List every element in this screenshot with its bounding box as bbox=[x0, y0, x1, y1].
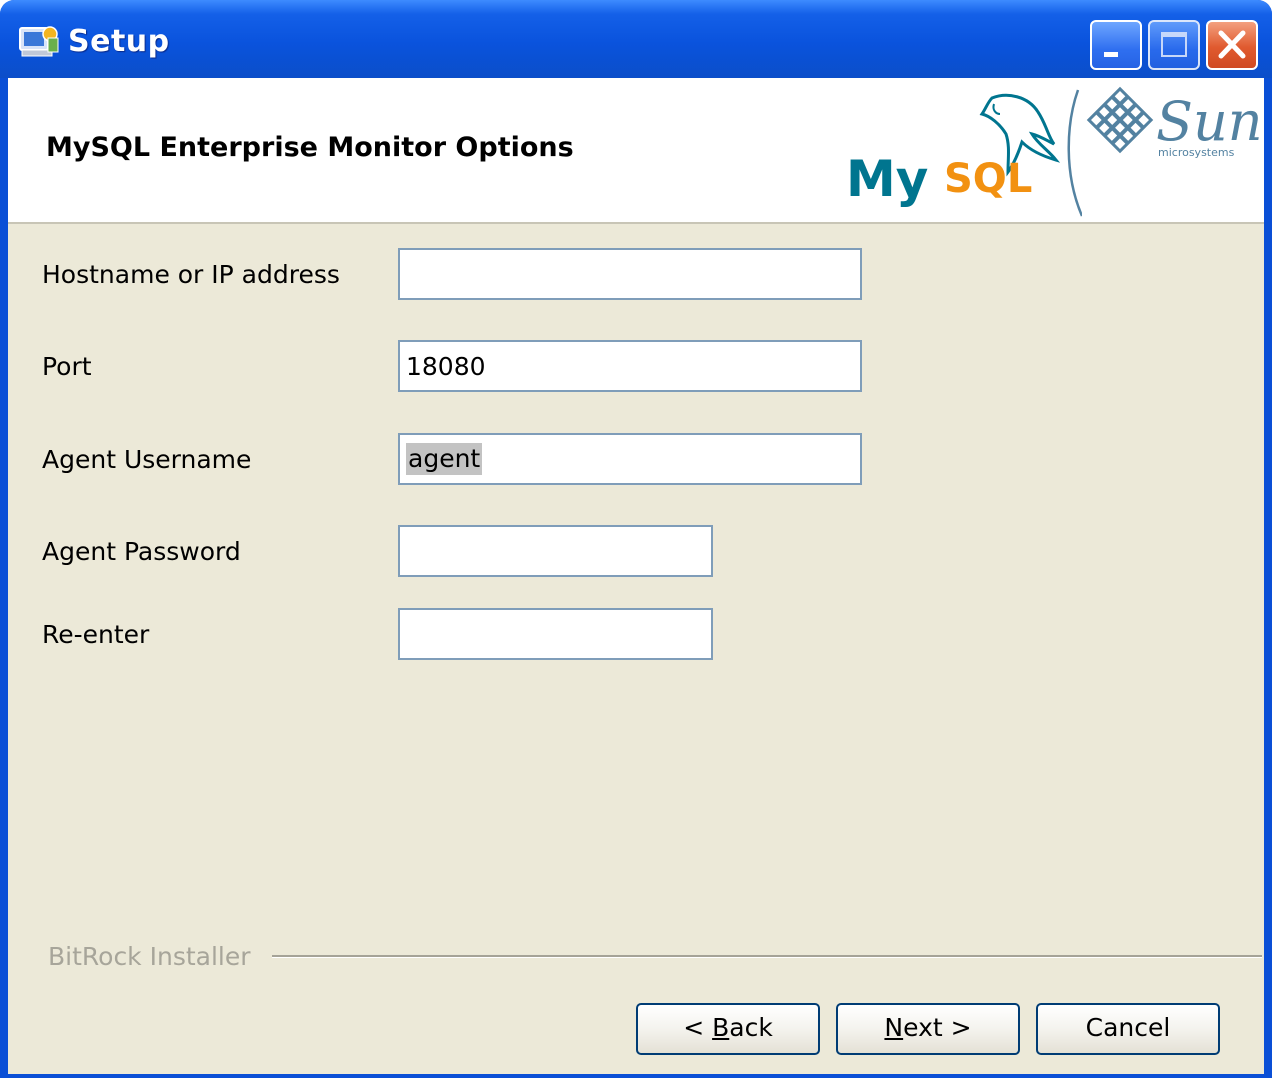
maximize-icon bbox=[1161, 32, 1187, 57]
minimize-icon bbox=[1104, 52, 1118, 57]
agent-password-label: Agent Password bbox=[42, 537, 241, 566]
bitrock-installer-brand: BitRock Installer bbox=[48, 942, 251, 971]
port-label: Port bbox=[42, 352, 92, 381]
reenter-password-input[interactable] bbox=[398, 608, 713, 660]
agent-username-label: Agent Username bbox=[42, 445, 252, 474]
back-button-rest: ack bbox=[729, 1013, 773, 1042]
close-button[interactable] bbox=[1206, 20, 1258, 70]
sun-microsystems-logo-icon: Sun microsystems bbox=[1086, 86, 1262, 159]
mysql-logo-text-sql: SQL bbox=[944, 156, 1032, 202]
next-button-rest: ext > bbox=[903, 1013, 972, 1042]
title-bar[interactable]: Setup bbox=[0, 0, 1272, 78]
minimize-button[interactable] bbox=[1090, 20, 1142, 70]
back-button-prefix: < bbox=[683, 1013, 713, 1042]
cancel-button[interactable]: Cancel bbox=[1036, 1003, 1220, 1055]
back-button[interactable]: < Back bbox=[636, 1003, 820, 1055]
hostname-label: Hostname or IP address bbox=[42, 260, 340, 289]
setup-app-icon bbox=[19, 26, 59, 57]
page-title: MySQL Enterprise Monitor Options bbox=[46, 132, 574, 163]
hostname-input[interactable] bbox=[398, 248, 862, 300]
dialog-client-area: MySQL Enterprise Monitor Options My SQL bbox=[8, 78, 1264, 1074]
mysql-logo-icon: My SQL bbox=[846, 89, 1082, 217]
port-input[interactable] bbox=[398, 340, 862, 392]
mysql-logo-text-my: My bbox=[846, 150, 928, 208]
agent-password-input[interactable] bbox=[398, 525, 713, 577]
wizard-header: MySQL Enterprise Monitor Options My SQL bbox=[8, 78, 1264, 224]
setup-window: Setup MySQL Enterprise Monitor Options M… bbox=[0, 0, 1272, 1078]
sun-logo-subtext: microsystems bbox=[1158, 146, 1235, 159]
back-button-mnemonic: B bbox=[712, 1013, 730, 1042]
maximize-button[interactable] bbox=[1148, 20, 1200, 70]
close-icon bbox=[1218, 30, 1246, 59]
window-title: Setup bbox=[68, 24, 170, 59]
reenter-password-label: Re-enter bbox=[42, 620, 150, 649]
next-button[interactable]: Next > bbox=[836, 1003, 1020, 1055]
next-button-mnemonic: N bbox=[884, 1013, 904, 1042]
agent-username-selected-value: agent bbox=[406, 443, 483, 475]
footer-divider bbox=[272, 955, 1262, 958]
sun-logo-text: Sun bbox=[1156, 90, 1262, 153]
